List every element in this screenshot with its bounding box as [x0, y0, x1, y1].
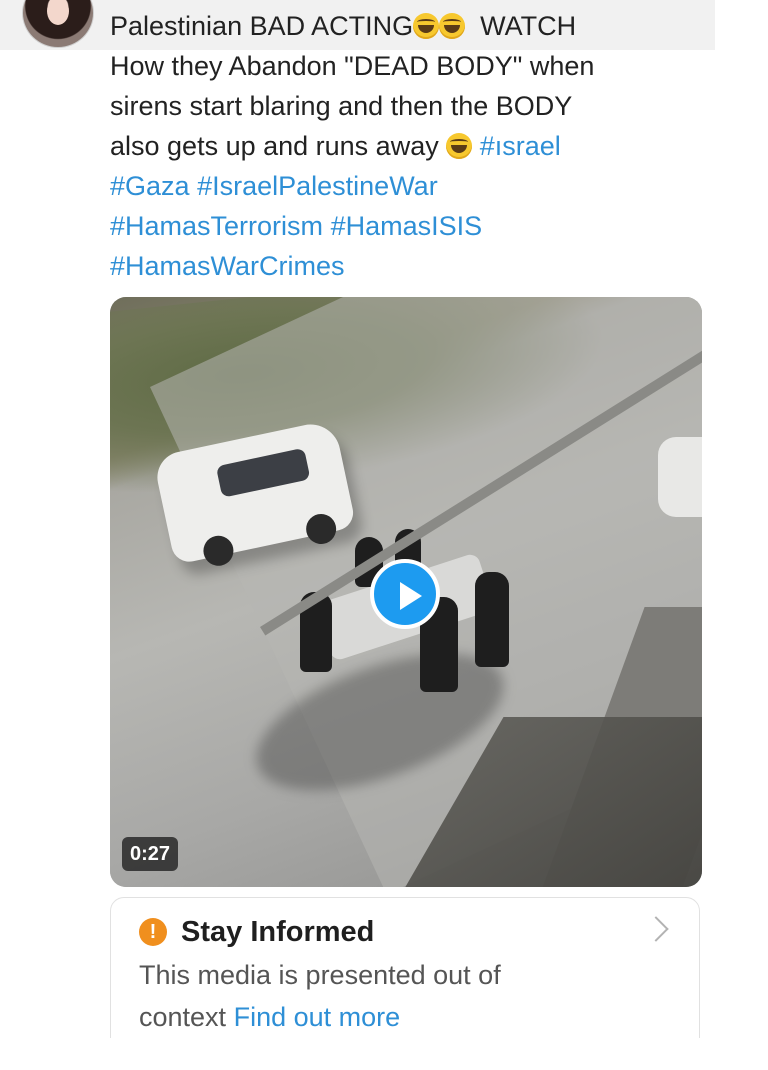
- post-line-6: #HamasTerrorism #HamasISIS: [110, 206, 700, 246]
- post-line-5: #Gaza #IsraelPalestineWar: [110, 166, 700, 206]
- post-text-line: Palestinian BAD ACTING: [110, 11, 414, 41]
- post-line-2: How they Abandon "DEAD BODY" when: [110, 46, 700, 86]
- video-player[interactable]: 0:27: [110, 297, 702, 887]
- post-text-line: sirens start blaring and then the BODY: [110, 91, 573, 121]
- avatar-face: [47, 0, 69, 25]
- notice-body-text: This media is presented out of: [139, 960, 501, 990]
- post-text-line: also gets up and runs away: [110, 131, 439, 161]
- hashtag-hamas-war-crimes[interactable]: #HamasWarCrimes: [110, 251, 345, 281]
- hashtag-israel[interactable]: #ısrael: [480, 131, 561, 161]
- post-line-4: also gets up and runs away #ısrael: [110, 126, 700, 166]
- post-text: Palestinian BAD ACTING WATCH How they Ab…: [110, 6, 700, 286]
- hashtag-hamas-isis[interactable]: #HamasISIS: [331, 211, 483, 241]
- notice-body-text: context: [139, 1002, 227, 1032]
- notice-title: Stay Informed: [181, 916, 375, 948]
- page-bottom: [0, 1038, 768, 1070]
- post-line-3: sirens start blaring and then the BODY: [110, 86, 700, 126]
- play-button[interactable]: [370, 559, 440, 629]
- laughing-emoji-icon: [446, 133, 473, 159]
- laughing-emoji-icon: [439, 13, 466, 39]
- hashtag-gaza[interactable]: #Gaza: [110, 171, 190, 201]
- post-line-1: Palestinian BAD ACTING WATCH: [110, 6, 700, 46]
- video-duration: 0:27: [122, 837, 179, 871]
- car-window: [215, 447, 311, 498]
- exclamation-icon: !: [139, 918, 167, 946]
- hashtag-israel-palestine-war[interactable]: #IsraelPalestineWar: [197, 171, 438, 201]
- laughing-emoji-icon: [413, 13, 440, 39]
- play-icon: [400, 582, 422, 610]
- post-line-7: #HamasWarCrimes: [110, 246, 700, 286]
- find-out-more-link[interactable]: Find out more: [234, 1002, 401, 1032]
- watch-label: WATCH: [480, 11, 577, 41]
- post-text-line: How they Abandon "DEAD BODY" when: [110, 51, 595, 81]
- context-notice-card[interactable]: ! Stay Informed This media is presented …: [110, 897, 700, 1057]
- notice-body: This media is presented out of context F…: [139, 954, 659, 1038]
- hashtag-hamas-terrorism[interactable]: #HamasTerrorism: [110, 211, 323, 241]
- chevron-right-icon[interactable]: [643, 916, 669, 942]
